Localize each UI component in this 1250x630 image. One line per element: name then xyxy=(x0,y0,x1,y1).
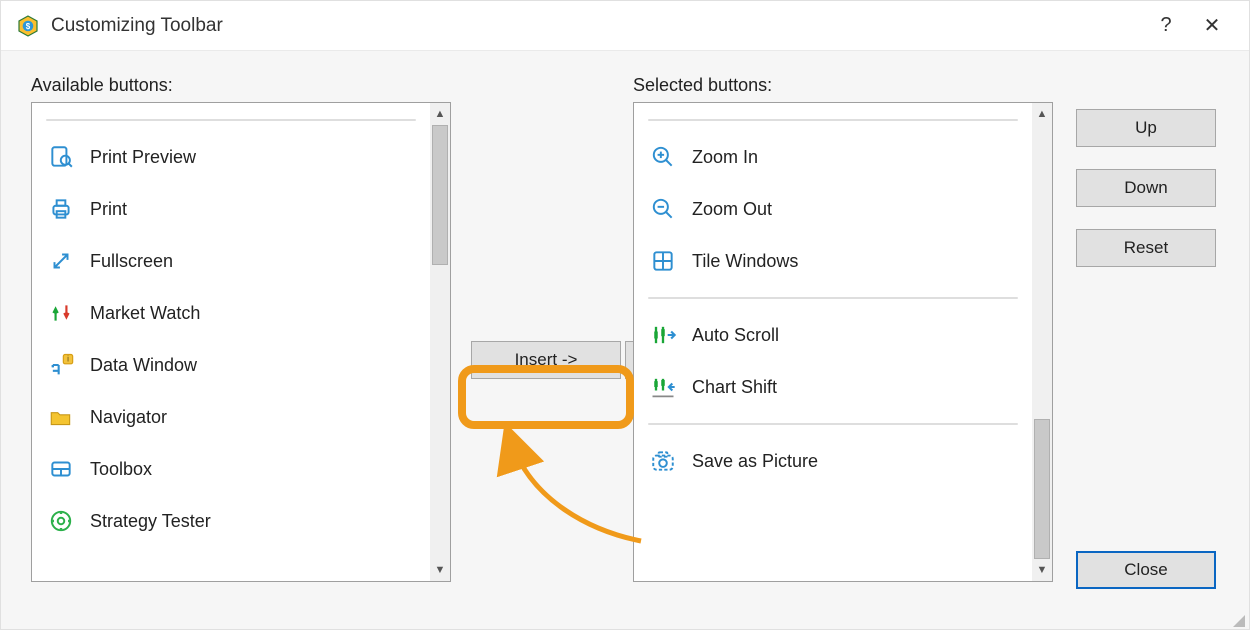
help-button[interactable]: ? xyxy=(1143,3,1189,49)
selected-listbox[interactable]: Zoom In Zoom Out Tile Windows xyxy=(633,102,1053,582)
available-scrollbar[interactable]: ▲ ▼ xyxy=(430,103,450,581)
item-label: Zoom Out xyxy=(692,199,772,220)
item-strategy-tester[interactable]: Strategy Tester xyxy=(32,495,430,547)
item-tile-windows[interactable]: Tile Windows xyxy=(634,235,1032,287)
selected-label: Selected buttons: xyxy=(633,75,1053,96)
selected-separator-top[interactable] xyxy=(634,109,1032,131)
app-icon: $ xyxy=(15,13,41,39)
down-button[interactable]: Down xyxy=(1076,169,1216,207)
available-separator[interactable] xyxy=(32,109,430,131)
item-save-as-picture[interactable]: Save as Picture xyxy=(634,435,1032,487)
zoom-out-icon xyxy=(648,194,678,224)
strategy-tester-icon xyxy=(46,506,76,536)
item-navigator[interactable]: Navigator xyxy=(32,391,430,443)
item-label: Print Preview xyxy=(90,147,196,168)
item-toolbox[interactable]: Toolbox xyxy=(32,443,430,495)
item-label: Save as Picture xyxy=(692,451,818,472)
item-label: Auto Scroll xyxy=(692,325,779,346)
fullscreen-icon xyxy=(46,246,76,276)
scroll-up-icon[interactable]: ▲ xyxy=(1032,103,1052,125)
dialog-title: Customizing Toolbar xyxy=(51,15,223,37)
item-label: Toolbox xyxy=(90,459,152,480)
titlebar: $ Customizing Toolbar ? ✕ xyxy=(1,1,1249,51)
item-chart-shift[interactable]: Chart Shift xyxy=(634,361,1032,413)
item-label: Strategy Tester xyxy=(90,511,211,532)
up-button[interactable]: Up xyxy=(1076,109,1216,147)
item-zoom-in[interactable]: Zoom In xyxy=(634,131,1032,183)
selected-scrollbar[interactable]: ▲ ▼ xyxy=(1032,103,1052,581)
item-label: Tile Windows xyxy=(692,251,798,272)
svg-text:$: $ xyxy=(26,22,31,31)
reset-button[interactable]: Reset xyxy=(1076,229,1216,267)
auto-scroll-icon xyxy=(648,320,678,350)
item-label: Market Watch xyxy=(90,303,200,324)
item-label: Chart Shift xyxy=(692,377,777,398)
save-as-picture-icon xyxy=(648,446,678,476)
scroll-thumb[interactable] xyxy=(432,125,448,265)
scroll-down-icon[interactable]: ▼ xyxy=(1032,559,1052,581)
scroll-thumb[interactable] xyxy=(1034,419,1050,559)
chart-shift-icon xyxy=(648,372,678,402)
scroll-down-icon[interactable]: ▼ xyxy=(430,559,450,581)
resize-grip[interactable] xyxy=(1231,613,1245,627)
item-print[interactable]: Print xyxy=(32,183,430,235)
item-fullscreen[interactable]: Fullscreen xyxy=(32,235,430,287)
customize-toolbar-dialog: $ Customizing Toolbar ? ✕ Available butt… xyxy=(0,0,1250,630)
selected-separator-mid[interactable] xyxy=(634,287,1032,309)
data-window-icon: i xyxy=(46,350,76,380)
item-label: Fullscreen xyxy=(90,251,173,272)
item-zoom-out[interactable]: Zoom Out xyxy=(634,183,1032,235)
selected-separator-bottom[interactable] xyxy=(634,413,1032,435)
item-print-preview[interactable]: Print Preview xyxy=(32,131,430,183)
insert-button[interactable]: Insert -> xyxy=(471,341,621,379)
navigator-icon xyxy=(46,402,76,432)
item-label: Print xyxy=(90,199,127,220)
tile-windows-icon xyxy=(648,246,678,276)
scroll-up-icon[interactable]: ▲ xyxy=(430,103,450,125)
available-listbox[interactable]: Print Preview Print Fullscreen xyxy=(31,102,451,582)
svg-text:i: i xyxy=(67,355,69,364)
item-label: Data Window xyxy=(90,355,197,376)
item-label: Navigator xyxy=(90,407,167,428)
close-button[interactable]: Close xyxy=(1076,551,1216,589)
available-label: Available buttons: xyxy=(31,75,451,96)
item-auto-scroll[interactable]: Auto Scroll xyxy=(634,309,1032,361)
item-market-watch[interactable]: Market Watch xyxy=(32,287,430,339)
window-close-button[interactable]: ✕ xyxy=(1189,3,1235,49)
item-data-window[interactable]: i Data Window xyxy=(32,339,430,391)
zoom-in-icon xyxy=(648,142,678,172)
print-preview-icon xyxy=(46,142,76,172)
item-label: Zoom In xyxy=(692,147,758,168)
market-watch-icon xyxy=(46,298,76,328)
toolbox-icon xyxy=(46,454,76,484)
print-icon xyxy=(46,194,76,224)
